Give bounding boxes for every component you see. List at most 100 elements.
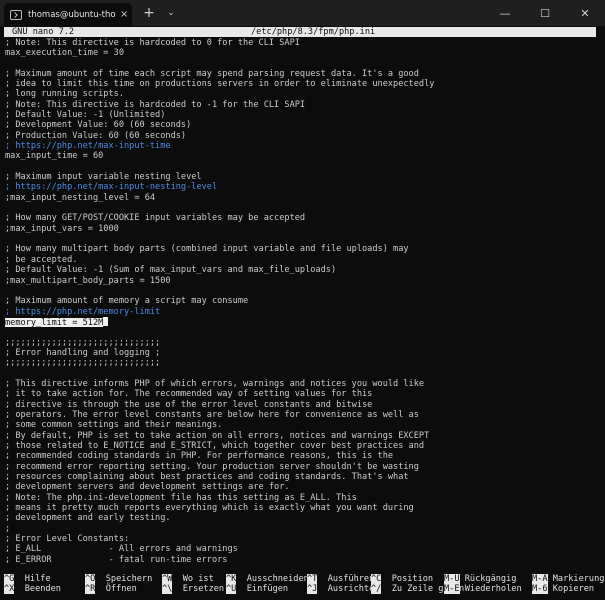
code-line[interactable]: ;: [5, 524, 605, 534]
doc-link-line[interactable]: ; https://php.net/max-input-nesting-leve…: [5, 182, 605, 192]
code-line[interactable]: ;;;;;;;;;;;;;;;;;;;;;;;;;;;;;;: [5, 338, 605, 348]
code-line[interactable]: ; Maximum amount of memory a script may …: [5, 296, 605, 306]
code-line[interactable]: ; How many multipart body parts (combine…: [5, 244, 605, 254]
shortcut-item[interactable]: ^G Hilfe: [4, 574, 51, 584]
code-line[interactable]: ; How many GET/POST/COOKIE input variabl…: [5, 213, 605, 223]
code-line[interactable]: ;max_input_nesting_level = 64: [5, 193, 605, 203]
tab-close-icon[interactable]: ×: [120, 9, 128, 20]
line-text: ; How many multipart body parts (combine…: [5, 244, 409, 255]
code-line[interactable]: ; it to take action for. The recommended…: [5, 389, 605, 399]
code-line[interactable]: ; Note: This directive is hardcoded to -…: [5, 100, 605, 110]
code-line[interactable]: ; Note: The php.ini-development file has…: [5, 493, 605, 503]
code-line[interactable]: ; This directive informs PHP of which er…: [5, 379, 605, 389]
code-line[interactable]: ; development servers and development se…: [5, 482, 605, 492]
shortcut-gap: [381, 584, 391, 594]
doc-link-line[interactable]: ; https://php.net/memory-limit: [5, 307, 605, 317]
line-text: ; directive is through the use of the er…: [5, 399, 373, 410]
shortcut-item[interactable]: M-A Markierung: [532, 574, 604, 584]
code-line[interactable]: ; E_ERROR - fatal run-time errors: [5, 555, 605, 565]
shortcut-item[interactable]: ^X Beenden: [4, 584, 61, 595]
shortcut-item[interactable]: ^C Position: [371, 574, 433, 584]
code-line[interactable]: ;;;;;;;;;;;;;;;;;;;;;;;;;;;;;;: [5, 358, 605, 368]
code-line[interactable]: ; Default Value: -1 (Unlimited): [5, 110, 605, 120]
code-line[interactable]: ; Production Value: 60 (60 seconds): [5, 131, 605, 141]
terminal-icon: [10, 9, 22, 20]
minimize-button[interactable]: —: [485, 0, 525, 26]
doc-link-line[interactable]: ; https://php.net/max-input-time: [5, 141, 605, 151]
code-line[interactable]: ; directive is through the use of the er…: [5, 400, 605, 410]
code-line[interactable]: ; Error Level Constants:: [5, 534, 605, 544]
code-line[interactable]: ; Development Value: 60 (60 seconds): [5, 120, 605, 130]
shortcut-item[interactable]: ^W Wo ist: [162, 574, 214, 584]
close-button[interactable]: ✕: [565, 0, 605, 26]
shortcut-label: Kopieren: [552, 584, 595, 595]
chevron-down-icon[interactable]: ⌄: [162, 0, 180, 26]
code-line[interactable]: [5, 162, 605, 172]
shortcut-gap: [95, 584, 105, 594]
title-bar: thomas@ubuntu-thomas: ~ × + ⌄ — ☐ ✕: [0, 0, 605, 26]
shortcut-item[interactable]: ^K Ausschneiden: [226, 574, 309, 584]
code-line[interactable]: ; long running scripts.: [5, 89, 605, 99]
shortcut-key: ^J: [307, 584, 318, 595]
selected-line[interactable]: memory_limit = 512M: [5, 316, 605, 328]
code-line[interactable]: max_input_time = 60: [5, 151, 605, 161]
code-line[interactable]: [5, 234, 605, 244]
code-line[interactable]: ;max_multipart_body_parts = 1500: [5, 276, 605, 286]
code-line[interactable]: ; recommend error reporting setting. You…: [5, 462, 605, 472]
code-line[interactable]: ; resources complaining about best pract…: [5, 472, 605, 482]
shortcut-item[interactable]: ^J Ausrichten: [307, 584, 379, 595]
maximize-button[interactable]: ☐: [525, 0, 565, 26]
code-line[interactable]: [5, 286, 605, 296]
shortcut-label: Beenden: [24, 584, 61, 595]
code-line[interactable]: ; E_ALL - All errors and warnings: [5, 544, 605, 554]
terminal-tab[interactable]: thomas@ubuntu-thomas: ~ ×: [4, 3, 132, 26]
shortcut-item[interactable]: M-U Rückgängig: [444, 574, 516, 584]
code-line[interactable]: ; Maximum input variable nesting level: [5, 172, 605, 182]
code-line[interactable]: ; be accepted.: [5, 255, 605, 265]
line-text: ; be accepted.: [5, 254, 78, 265]
shortcut-key: ^T: [307, 574, 318, 584]
shortcut-item[interactable]: ^T Ausführen: [307, 574, 374, 584]
line-text: ; Note: The php.ini-development file has…: [5, 492, 357, 503]
code-line[interactable]: ; means it pretty much reports everythin…: [5, 503, 605, 513]
shortcut-item[interactable]: M-E Wiederholen: [444, 584, 522, 595]
nano-version: GNU nano 7.2: [12, 27, 75, 37]
shortcut-gap: [381, 574, 391, 584]
shortcut-item[interactable]: M-6 Kopieren: [532, 584, 595, 595]
shortcut-item[interactable]: ^U Einfügen: [226, 584, 288, 595]
code-line[interactable]: ; Error handling and logging ;: [5, 348, 605, 358]
code-line[interactable]: ; operators. The error level constants a…: [5, 410, 605, 420]
code-line[interactable]: ;max_input_vars = 1000: [5, 224, 605, 234]
code-line[interactable]: [5, 203, 605, 213]
code-line[interactable]: max_execution_time = 30: [5, 48, 605, 58]
new-tab-button[interactable]: +: [136, 0, 162, 26]
code-line[interactable]: ; By default, PHP is set to take action …: [5, 431, 605, 441]
code-line[interactable]: ; recommended coding standards in PHP. F…: [5, 451, 605, 461]
code-line[interactable]: ; development and early testing.: [5, 513, 605, 523]
line-text: ; https://php.net/max-input-nesting-leve…: [5, 182, 218, 193]
shortcut-key: ^U: [226, 584, 237, 595]
line-text: ; those related to E_NOTICE and E_STRICT…: [5, 441, 425, 451]
terminal-window: thomas@ubuntu-thomas: ~ × + ⌄ — ☐ ✕ GNU …: [0, 0, 605, 600]
code-line[interactable]: ; Note: This directive is hardcoded to 0…: [5, 38, 605, 48]
terminal-area[interactable]: GNU nano 7.2 /etc/php/8.3/fpm/php.ini ; …: [0, 26, 605, 600]
shortcut-key: M-A: [532, 574, 548, 584]
shortcut-item[interactable]: ^R Öffnen: [85, 584, 137, 595]
code-line[interactable]: [5, 327, 605, 337]
shortcut-item[interactable]: ^\ Ersetzen: [162, 584, 224, 595]
title-bar-drag-area[interactable]: [180, 0, 485, 26]
line-text: ; Development Value: 60 (60 seconds): [5, 120, 192, 131]
shortcut-key: ^R: [85, 584, 96, 595]
code-line[interactable]: ; some common settings and their meaning…: [5, 420, 605, 430]
shortcut-item[interactable]: ^O Speichern: [85, 574, 152, 584]
code-line[interactable]: ; idea to limit this time on productions…: [5, 79, 605, 89]
editor-content[interactable]: ; Note: This directive is hardcoded to 0…: [5, 38, 605, 566]
shortcut-gap: [14, 574, 24, 584]
code-line[interactable]: [5, 369, 605, 379]
shortcut-key: ^\: [162, 584, 173, 595]
code-line[interactable]: ; those related to E_NOTICE and E_STRICT…: [5, 441, 605, 451]
code-line[interactable]: [5, 58, 605, 68]
code-line[interactable]: ; Maximum amount of time each script may…: [5, 69, 605, 79]
code-line[interactable]: ; Default Value: -1 (Sum of max_input_va…: [5, 265, 605, 275]
shortcut-label: Hilfe: [24, 574, 51, 584]
